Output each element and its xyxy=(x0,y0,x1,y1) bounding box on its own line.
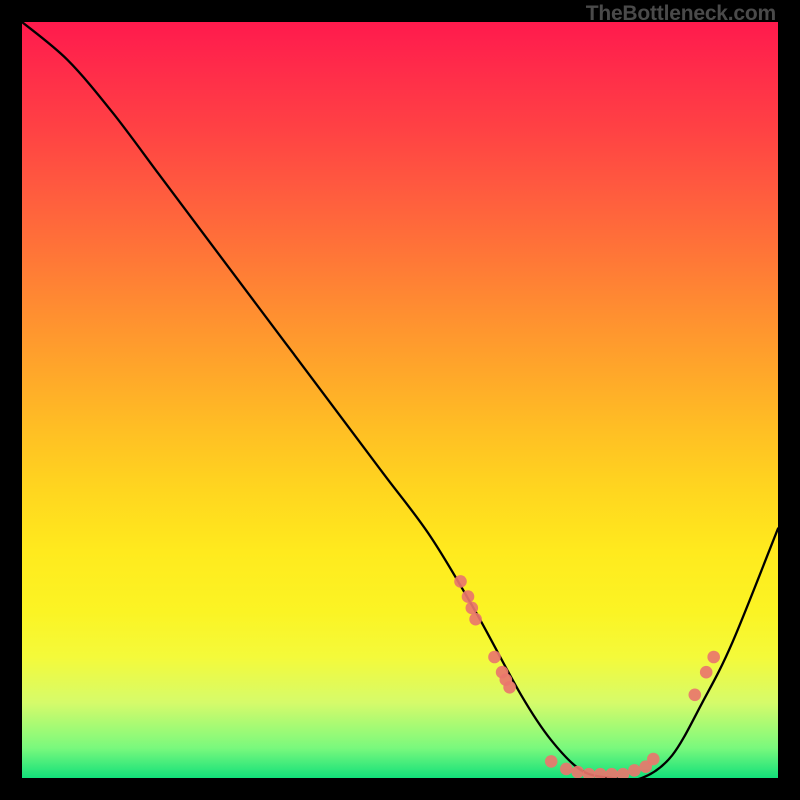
watermark-label: TheBottleneck.com xyxy=(586,2,776,26)
chart-plot-area xyxy=(22,22,778,778)
